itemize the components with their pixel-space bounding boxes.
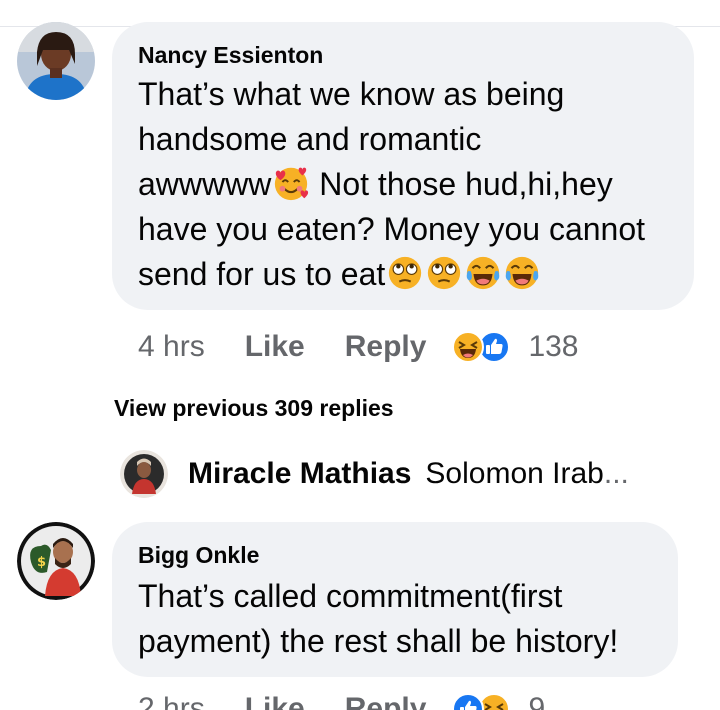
face-with-tears-of-joy-icon [503, 254, 541, 292]
like-button[interactable]: Like [245, 692, 305, 710]
svg-text:$: $ [37, 555, 46, 570]
haha-reaction-icon [452, 331, 485, 363]
latest-reply-preview[interactable]: Miracle Mathias Solomon Irab... [120, 450, 629, 498]
face-with-rolling-eyes-icon [386, 254, 424, 292]
comment-author[interactable]: Nancy Essienton [138, 42, 323, 69]
view-previous-replies-link[interactable]: View previous 309 replies [114, 395, 394, 422]
comment-line: That’s called commitment(first [138, 578, 563, 614]
reply-ellipsis: ... [603, 457, 629, 490]
reply-author[interactable]: Miracle Mathias [188, 457, 411, 491]
comment-line: awwwww Not those hud,hi,hey [138, 164, 613, 202]
comment-line: payment) the rest shall be history! [138, 623, 619, 659]
comment-line: have you eaten? Money you cannot [138, 211, 646, 247]
face-with-tears-of-joy-icon [464, 254, 502, 292]
like-reaction-icon [452, 693, 485, 710]
comment-time[interactable]: 2 hrs [138, 692, 205, 710]
reply-text: Solomon Irab [425, 457, 604, 490]
reaction-summary[interactable] [452, 693, 511, 710]
avatar[interactable]: $ [17, 522, 95, 600]
comment-time[interactable]: 4 hrs [138, 330, 205, 364]
comment-actions: 2 hrs Like Reply 9 [138, 692, 545, 710]
comment-line: That’s what we know as being [138, 76, 565, 112]
reply-button[interactable]: Reply [345, 330, 427, 364]
comment-author[interactable]: Bigg Onkle [138, 542, 259, 569]
avatar[interactable] [17, 22, 95, 100]
reaction-count[interactable]: 138 [528, 330, 578, 364]
like-button[interactable]: Like [245, 330, 305, 364]
reaction-summary[interactable] [452, 331, 511, 363]
reaction-count[interactable]: 9 [528, 692, 545, 710]
comment-actions: 4 hrs Like Reply 138 [138, 330, 579, 364]
avatar[interactable] [120, 450, 168, 498]
reply-button[interactable]: Reply [345, 692, 427, 710]
face-with-rolling-eyes-icon [425, 254, 463, 292]
smiling-face-with-hearts-icon [272, 164, 310, 202]
comment-line: send for us to eat [138, 252, 645, 297]
comment-line: handsome and romantic [138, 121, 482, 157]
comment-text: That’s what we know as being handsome an… [138, 72, 645, 297]
comment-text: That’s called commitment(first payment) … [138, 574, 618, 664]
